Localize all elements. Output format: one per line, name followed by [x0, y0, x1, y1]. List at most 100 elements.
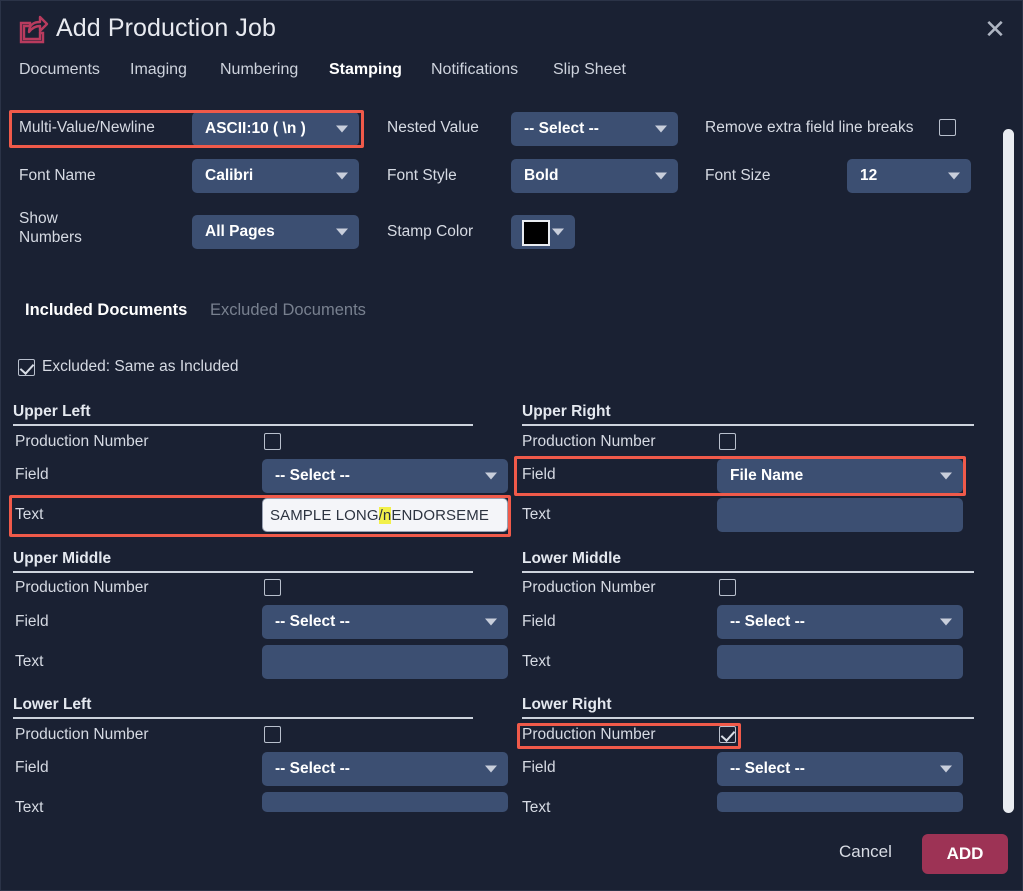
chevron-down-icon — [336, 125, 348, 133]
upper-right-production-number-label: Production Number — [522, 433, 656, 450]
remove-line-breaks-checkbox[interactable] — [939, 119, 956, 136]
lower-left-production-number-checkbox[interactable] — [264, 726, 281, 743]
add-button[interactable]: ADD — [922, 834, 1008, 874]
font-size-select[interactable]: 12 — [847, 159, 971, 193]
chevron-down-icon — [940, 472, 952, 480]
lower-left-field-label: Field — [15, 759, 49, 776]
upper-left-text-highlight: /n — [378, 506, 392, 524]
upper-middle-text-input[interactable] — [262, 645, 508, 679]
multi-value-newline-select[interactable]: ASCII:10 ( \n ) — [192, 112, 359, 146]
font-size-label: Font Size — [705, 167, 771, 184]
tab-bar: Documents Imaging Numbering Stamping Not… — [1, 61, 1022, 97]
cancel-button[interactable]: Cancel — [839, 842, 892, 862]
upper-middle-field-select[interactable]: -- Select -- — [262, 605, 508, 639]
vertical-scrollbar[interactable] — [1000, 111, 1016, 817]
upper-left-text-suffix: ENDORSEME — [391, 506, 489, 524]
nested-value-value: -- Select -- — [524, 120, 599, 137]
stamp-color-swatch[interactable] — [522, 220, 550, 246]
upper-left-field-select[interactable]: -- Select -- — [262, 459, 508, 493]
section-rule-upper-middle — [13, 571, 473, 573]
font-style-label: Font Style — [387, 167, 457, 184]
tab-slip-sheet[interactable]: Slip Sheet — [553, 61, 626, 79]
tab-stamping[interactable]: Stamping — [329, 61, 402, 79]
upper-middle-production-number-checkbox[interactable] — [264, 579, 281, 596]
section-title-lower-middle: Lower Middle — [522, 550, 622, 567]
lower-left-production-number-label: Production Number — [15, 726, 149, 743]
upper-right-field-label: Field — [522, 466, 556, 483]
upper-left-production-number-checkbox[interactable] — [264, 433, 281, 450]
chevron-down-icon — [485, 618, 497, 626]
section-title-upper-left: Upper Left — [13, 403, 91, 420]
lower-right-field-value: -- Select -- — [730, 760, 805, 777]
chevron-down-icon — [336, 172, 348, 180]
tab-numbering[interactable]: Numbering — [220, 61, 298, 79]
upper-left-field-label: Field — [15, 466, 49, 483]
section-title-upper-middle: Upper Middle — [13, 550, 112, 567]
tab-imaging[interactable]: Imaging — [130, 61, 187, 79]
lower-left-text-label: Text — [15, 799, 44, 816]
upper-middle-field-value: -- Select -- — [275, 613, 350, 630]
chevron-down-icon — [655, 172, 667, 180]
upper-right-field-value: File Name — [730, 467, 804, 484]
lower-middle-text-input[interactable] — [717, 645, 963, 679]
chevron-down-icon — [485, 765, 497, 773]
scrollbar-thumb[interactable] — [1003, 129, 1014, 813]
upper-right-text-label: Text — [522, 506, 551, 523]
lower-right-text-label: Text — [522, 799, 551, 816]
lower-right-production-number-checkbox[interactable] — [719, 726, 736, 743]
section-title-lower-left: Lower Left — [13, 696, 92, 713]
close-icon[interactable]: ✕ — [980, 15, 1010, 45]
chevron-down-icon — [655, 125, 667, 133]
chevron-down-icon — [940, 618, 952, 626]
lower-middle-field-select[interactable]: -- Select -- — [717, 605, 963, 639]
upper-right-field-select[interactable]: File Name — [717, 459, 963, 493]
dialog-header: Add Production Job ✕ — [1, 1, 1022, 59]
upper-middle-text-label: Text — [15, 653, 44, 670]
tab-included-documents[interactable]: Included Documents — [25, 301, 187, 320]
show-numbers-label-line1: Show — [19, 210, 58, 227]
lower-middle-text-label: Text — [522, 653, 551, 670]
lower-right-text-input[interactable] — [717, 792, 963, 812]
multi-value-newline-value: ASCII:10 ( \n ) — [205, 120, 306, 137]
font-style-value: Bold — [524, 167, 559, 184]
nested-value-label: Nested Value — [387, 119, 479, 136]
upper-left-field-value: -- Select -- — [275, 467, 350, 484]
lower-middle-production-number-checkbox[interactable] — [719, 579, 736, 596]
font-style-select[interactable]: Bold — [511, 159, 678, 193]
upper-left-text-value: SAMPLE LONG/nENDORSEME — [270, 506, 489, 524]
upper-left-text-input[interactable]: SAMPLE LONG/nENDORSEME — [262, 498, 508, 532]
tab-documents[interactable]: Documents — [19, 61, 100, 79]
lower-right-field-label: Field — [522, 759, 556, 776]
section-title-lower-right: Lower Right — [522, 696, 612, 713]
lower-left-field-select[interactable]: -- Select -- — [262, 752, 508, 786]
upper-right-text-input[interactable] — [717, 498, 963, 532]
show-numbers-value: All Pages — [205, 223, 275, 240]
page-title: Add Production Job — [56, 14, 277, 42]
remove-line-breaks-label: Remove extra field line breaks — [705, 119, 914, 136]
upper-right-production-number-checkbox[interactable] — [719, 433, 736, 450]
lower-middle-production-number-label: Production Number — [522, 579, 656, 596]
chevron-down-icon — [552, 228, 564, 236]
excluded-same-as-included-label: Excluded: Same as Included — [42, 358, 239, 375]
tab-excluded-documents[interactable]: Excluded Documents — [210, 301, 366, 320]
tab-notifications[interactable]: Notifications — [431, 61, 518, 79]
upper-middle-field-label: Field — [15, 613, 49, 630]
font-name-label: Font Name — [19, 167, 96, 184]
section-rule-lower-middle — [522, 571, 974, 573]
chevron-down-icon — [336, 228, 348, 236]
excluded-same-as-included-checkbox[interactable] — [18, 359, 35, 376]
upper-middle-production-number-label: Production Number — [15, 579, 149, 596]
lower-left-text-input[interactable] — [262, 792, 508, 812]
share-export-icon — [17, 15, 49, 45]
chevron-down-icon — [948, 172, 960, 180]
lower-right-field-select[interactable]: -- Select -- — [717, 752, 963, 786]
show-numbers-select[interactable]: All Pages — [192, 215, 359, 249]
font-name-select[interactable]: Calibri — [192, 159, 359, 193]
lower-middle-field-value: -- Select -- — [730, 613, 805, 630]
nested-value-select[interactable]: -- Select -- — [511, 112, 678, 146]
show-numbers-label-line2: Numbers — [19, 229, 82, 246]
multi-value-newline-label: Multi-Value/Newline — [19, 119, 155, 136]
chevron-down-icon — [940, 765, 952, 773]
chevron-down-icon — [485, 472, 497, 480]
section-rule-upper-right — [522, 424, 974, 426]
